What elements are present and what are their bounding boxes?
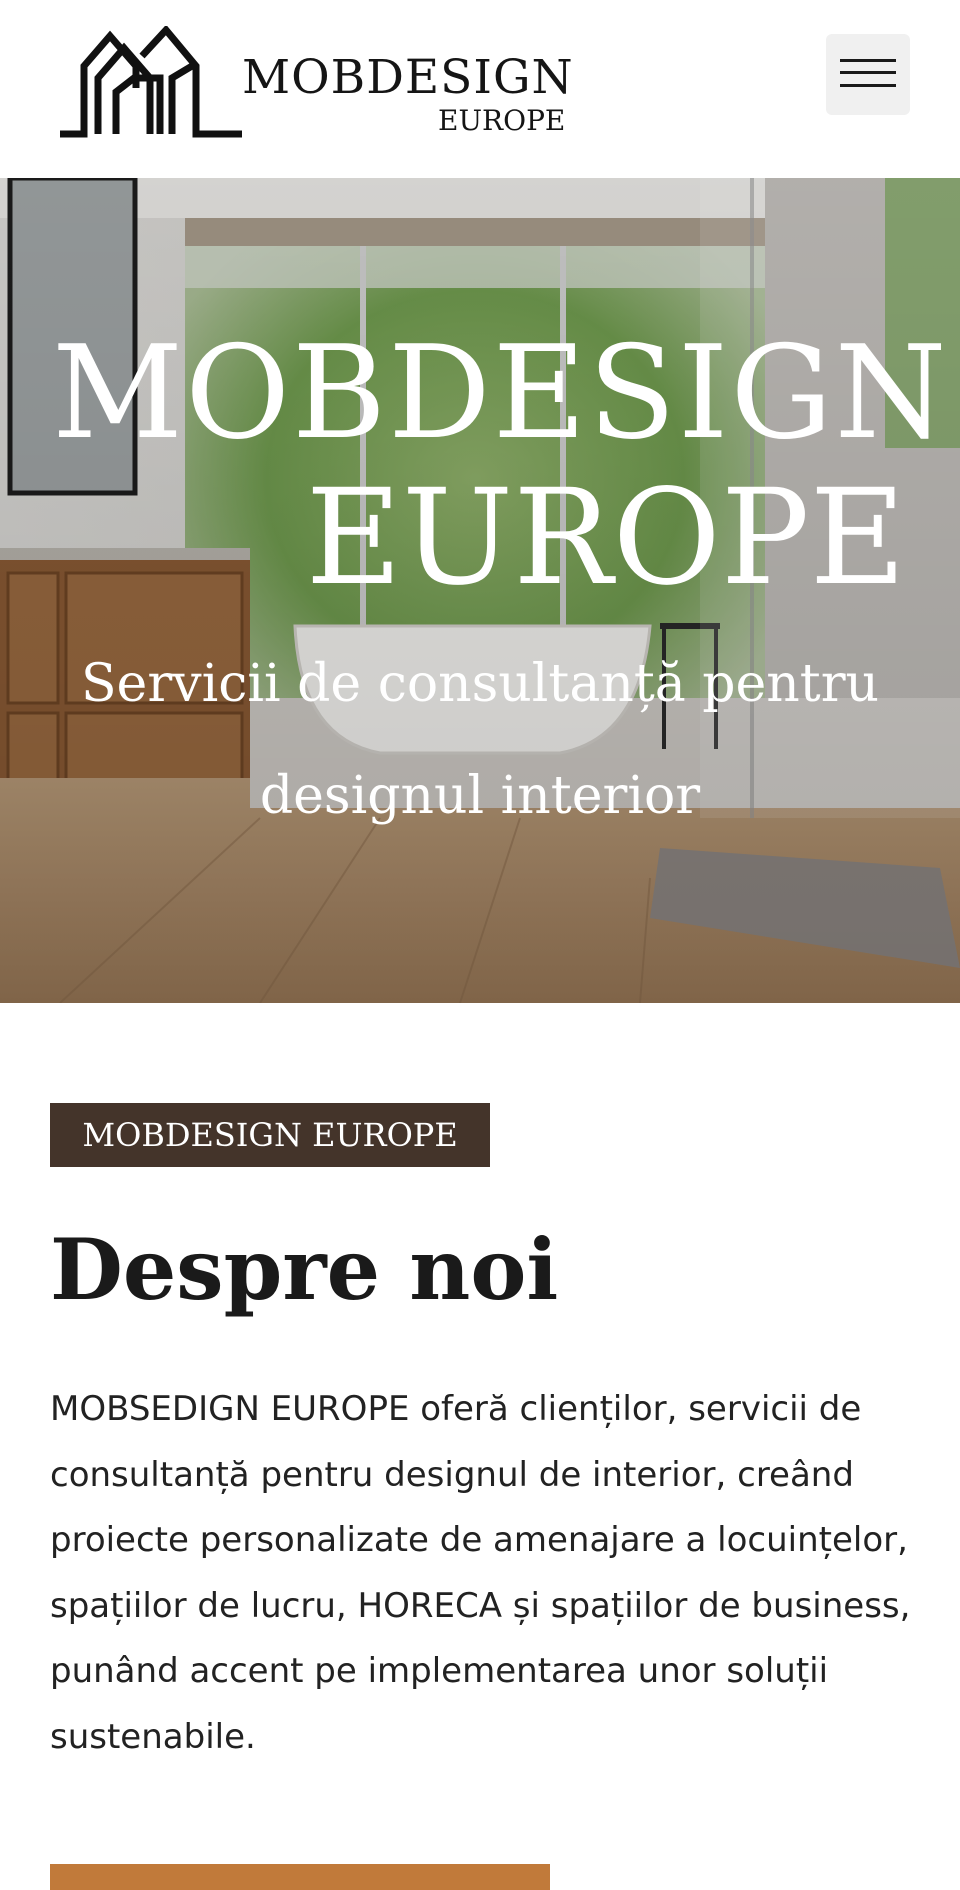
section-badge: MOBDESIGN EUROPE: [50, 1103, 490, 1167]
hero-title-line2: EUROPE: [305, 461, 906, 615]
hero-title-line1: MOBDESIGN: [52, 319, 949, 468]
logo-text-primary: MOBDESIGN: [242, 50, 574, 105]
hamburger-line: [840, 84, 896, 87]
house-logo-icon: [60, 26, 242, 138]
hamburger-line: [840, 71, 896, 74]
cta-button[interactable]: [50, 1864, 550, 1890]
hamburger-menu-button[interactable]: [826, 34, 910, 115]
site-header: MOBDESIGN EUROPE: [0, 0, 960, 178]
hero-section: MOBDESIGN EUROPE Servicii de consultanță…: [0, 178, 960, 1003]
about-paragraph: MOBSEDIGN EUROPE oferă clienților, servi…: [50, 1389, 911, 1757]
logo-text-secondary: EUROPE: [438, 104, 566, 137]
hero-subtitle: Servicii de consultanță pentru designul …: [80, 654, 880, 826]
site-logo[interactable]: MOBDESIGN EUROPE: [56, 26, 576, 138]
hamburger-menu-icon: [840, 59, 896, 62]
about-heading: Despre noi: [50, 1220, 559, 1319]
